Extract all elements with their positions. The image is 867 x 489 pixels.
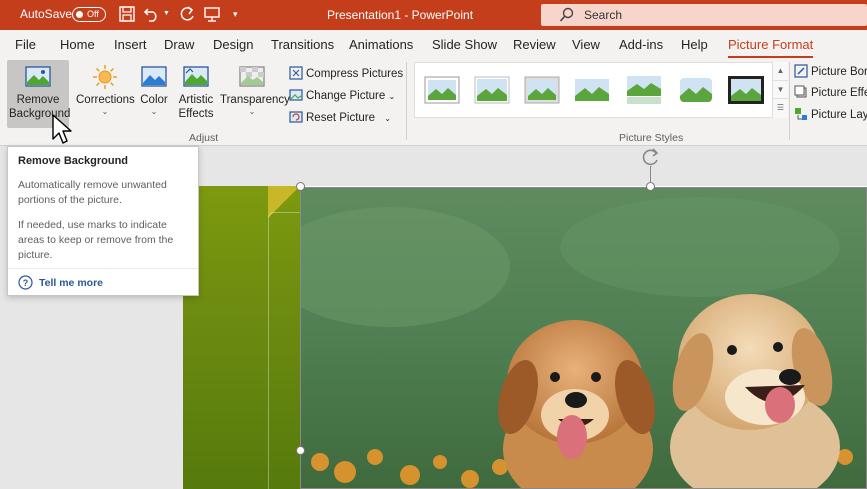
mouse-cursor-icon xyxy=(52,114,72,144)
transparency-label: Transparency xyxy=(220,94,290,106)
save-icon[interactable] xyxy=(118,5,136,23)
tab-animations[interactable]: Animations xyxy=(349,37,413,52)
chevron-down-icon: ⌄ xyxy=(150,107,158,116)
color-label: Color xyxy=(140,94,168,106)
tab-insert[interactable]: Insert xyxy=(114,37,147,52)
picture-layout-button[interactable]: Picture Layo xyxy=(794,107,867,121)
puppies-picture[interactable] xyxy=(300,187,867,489)
picture-layout-icon xyxy=(795,108,807,120)
tooltip-instructions: If needed, use marks to indicate areas t… xyxy=(18,219,174,261)
autosave-toggle[interactable]: Off xyxy=(72,7,106,22)
picture-effects-button[interactable]: Picture Effe xyxy=(794,85,867,99)
artistic-effects-button[interactable]: Artistic Effects xyxy=(174,60,218,128)
picture-style-thumbnail[interactable] xyxy=(423,74,461,106)
group-separator xyxy=(406,62,407,140)
picture-style-thumbnail[interactable] xyxy=(573,74,611,106)
color-picture-icon xyxy=(141,66,167,87)
search-box[interactable]: Search xyxy=(541,4,867,26)
rotate-handle-stem xyxy=(650,166,651,183)
tab-view[interactable]: View xyxy=(572,37,600,52)
group-separator xyxy=(789,62,790,140)
customize-toolbar-icon[interactable]: ▾ xyxy=(233,9,238,20)
redo-icon[interactable] xyxy=(178,5,196,23)
tooltip-divider xyxy=(8,268,198,269)
compress-pictures-icon xyxy=(289,66,303,80)
color-button[interactable]: Color ⌄ xyxy=(136,60,172,128)
document-title: Presentation1 - PowerPoint xyxy=(326,8,474,22)
compress-pictures-label: Compress Pictures xyxy=(306,68,404,80)
remove-background-tooltip: Remove Background Automatically remove u… xyxy=(7,146,199,296)
gallery-up-icon[interactable]: ▲ xyxy=(773,62,788,80)
picture-style-thumbnail[interactable] xyxy=(523,74,561,106)
search-placeholder: Search xyxy=(584,8,623,22)
picture-style-thumbnail[interactable] xyxy=(473,74,511,106)
tab-design[interactable]: Design xyxy=(213,37,253,52)
rotate-handle-icon[interactable] xyxy=(641,147,661,167)
gallery-scroll[interactable]: ▲ ▼ ☰ xyxy=(772,62,788,118)
tab-add-ins[interactable]: Add-ins xyxy=(619,37,663,52)
tooltip-description: Automatically remove unwanted portions o… xyxy=(18,179,167,206)
resize-handle-top-left[interactable] xyxy=(296,182,305,191)
reset-picture-button[interactable]: Reset Picture ⌄ xyxy=(289,110,391,124)
tooltip-title: Remove Background xyxy=(18,155,129,167)
picture-border-label: Picture Bord xyxy=(811,66,867,78)
svg-text:?: ? xyxy=(23,278,29,288)
adjust-group-label: Adjust xyxy=(189,132,219,144)
chevron-down-icon: ⌄ xyxy=(384,114,391,123)
tab-help[interactable]: Help xyxy=(681,37,708,52)
compress-pictures-button[interactable]: Compress Pictures xyxy=(289,66,403,80)
tab-picture-format[interactable]: Picture Format xyxy=(728,37,814,58)
change-picture-icon xyxy=(289,89,303,101)
chevron-down-icon: ⌄ xyxy=(388,92,396,101)
gallery-more-icon[interactable]: ☰ xyxy=(773,98,788,116)
remove-background-icon xyxy=(25,66,51,87)
picture-style-thumbnail[interactable] xyxy=(625,74,663,106)
undo-dropdown-icon[interactable]: ▼ xyxy=(163,10,170,17)
picture-effects-icon xyxy=(794,85,807,98)
present-from-beginning-icon[interactable] xyxy=(203,5,221,23)
chevron-down-icon: ⌄ xyxy=(101,107,109,116)
panel-outline xyxy=(268,212,300,489)
tab-slide-show[interactable]: Slide Show xyxy=(432,37,497,52)
picture-effects-label: Picture Effe xyxy=(811,87,867,99)
change-picture-button[interactable]: Change Picture ⌄ xyxy=(289,88,395,102)
picture-border-button[interactable]: Picture Bord xyxy=(794,64,867,78)
search-icon xyxy=(559,7,574,22)
transparency-button[interactable]: Transparency ⌄ xyxy=(220,60,290,128)
undo-icon[interactable] xyxy=(143,5,161,23)
picture-styles-group-label: Picture Styles xyxy=(619,132,684,144)
picture-border-icon xyxy=(794,64,808,78)
help-circle-icon: ? xyxy=(18,275,33,290)
tab-transitions[interactable]: Transitions xyxy=(271,37,334,52)
tab-home[interactable]: Home xyxy=(60,37,95,52)
corrections-label: Corrections xyxy=(76,94,135,106)
chevron-down-icon: ⌄ xyxy=(248,107,256,116)
corrections-button[interactable]: Corrections ⌄ xyxy=(76,60,135,128)
tell-me-more-label: Tell me more xyxy=(39,277,103,289)
reset-picture-label: Reset Picture xyxy=(306,112,376,124)
resize-handle-top-middle[interactable] xyxy=(646,182,655,191)
tab-review[interactable]: Review xyxy=(513,37,556,52)
tab-draw[interactable]: Draw xyxy=(164,37,194,52)
resize-handle-middle-left[interactable] xyxy=(296,446,305,455)
reset-picture-icon xyxy=(289,111,303,123)
artistic-effects-label: Artistic Effects xyxy=(178,94,214,120)
ribbon-tabs: File Home Insert Draw Design Transitions… xyxy=(0,30,867,58)
artistic-effects-icon xyxy=(183,66,209,87)
tab-file[interactable]: File xyxy=(15,37,36,52)
picture-layout-label: Picture Layo xyxy=(811,109,867,121)
title-bar: AutoSave Off ▼ ▾ Presentation1 - PowerPo… xyxy=(0,0,867,30)
corrections-sun-icon xyxy=(93,65,117,89)
autosave-label: AutoSave xyxy=(20,7,73,21)
picture-style-thumbnail[interactable] xyxy=(727,74,765,106)
picture-style-thumbnail[interactable] xyxy=(677,74,715,106)
tell-me-more-link[interactable]: ? Tell me more xyxy=(18,275,103,290)
change-picture-label: Change Picture xyxy=(306,90,386,102)
transparency-icon xyxy=(239,66,265,87)
gallery-down-icon[interactable]: ▼ xyxy=(773,80,788,98)
ribbon: Remove Background Corrections ⌄ Color ⌄ … xyxy=(0,58,867,146)
picture-styles-gallery xyxy=(414,62,788,118)
